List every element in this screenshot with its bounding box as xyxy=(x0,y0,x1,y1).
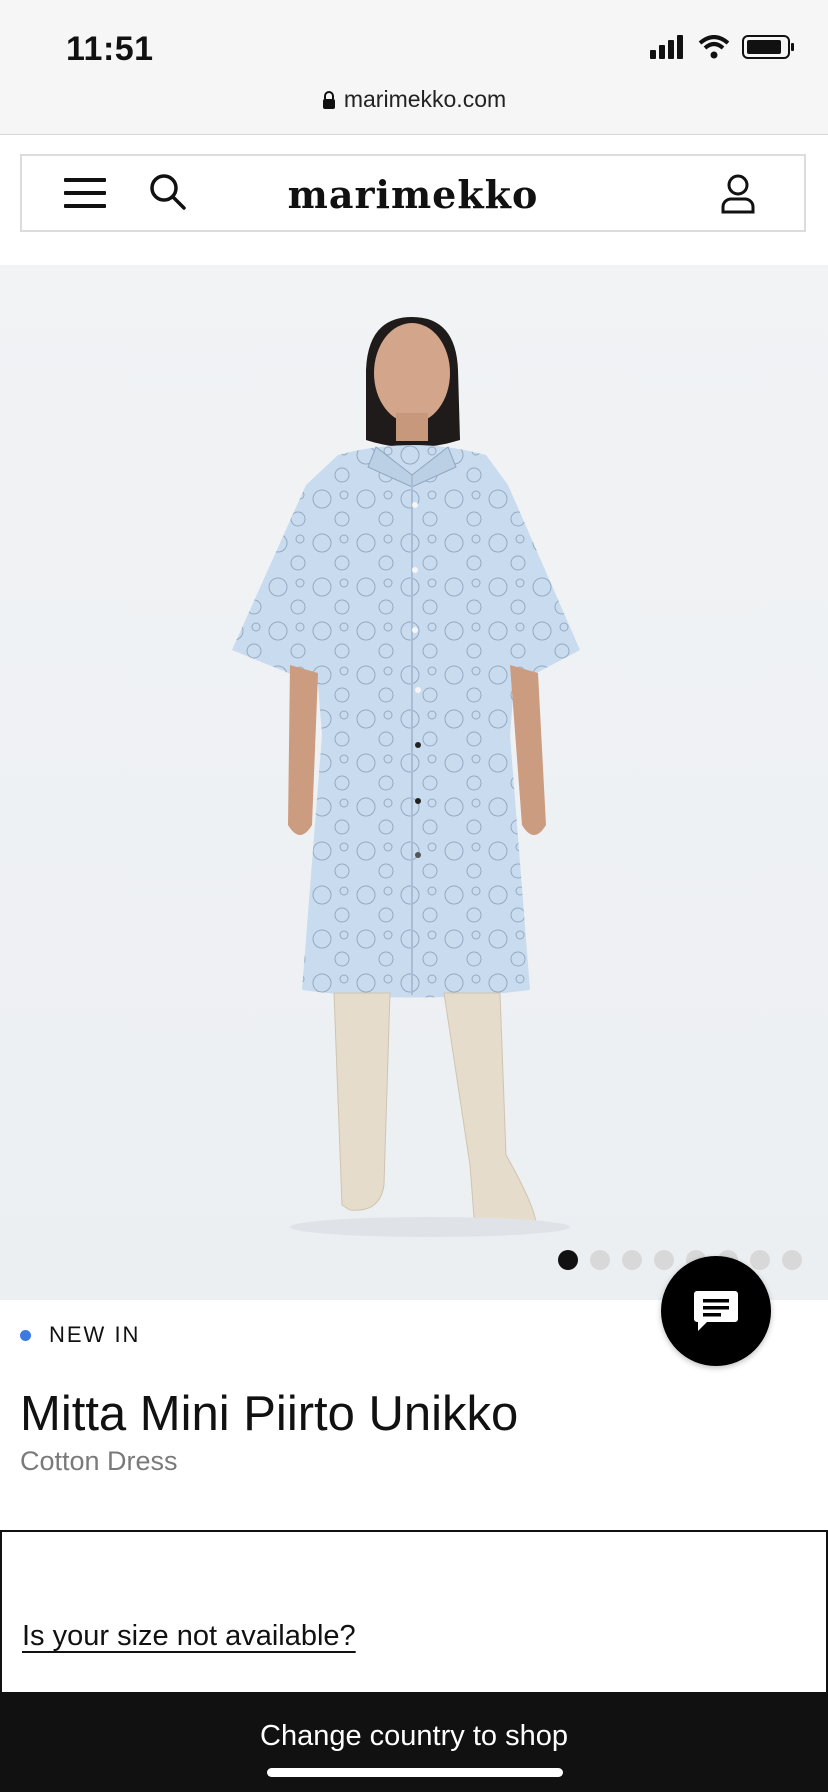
change-country-bar[interactable]: Change country to shop xyxy=(0,1692,828,1792)
status-time: 11:51 xyxy=(66,30,154,68)
product-title: Mitta Mini Piirto Unikko xyxy=(20,1387,519,1441)
carousel-dots[interactable] xyxy=(558,1250,802,1270)
signal-icon xyxy=(650,35,683,59)
wifi-icon xyxy=(698,35,730,59)
url-text: marimekko.com xyxy=(343,86,507,112)
lock-icon xyxy=(322,91,335,109)
product-subtitle: Cotton Dress xyxy=(20,1446,178,1476)
site-header: marimekko xyxy=(20,154,806,232)
status-bar: 11:51 marimekko.com xyxy=(0,0,828,135)
badge-dot xyxy=(20,1329,31,1341)
carousel-dot[interactable] xyxy=(654,1250,674,1270)
brand-logo[interactable]: marimekko xyxy=(22,172,804,217)
carousel-dot[interactable] xyxy=(558,1250,578,1270)
url-bar[interactable]: marimekko.com xyxy=(0,86,828,113)
battery-icon xyxy=(742,35,794,59)
status-icons xyxy=(650,34,796,60)
chat-icon xyxy=(694,1291,738,1331)
chat-button[interactable] xyxy=(661,1256,771,1366)
badge-label: NEW IN xyxy=(49,1322,141,1347)
carousel-dot[interactable] xyxy=(590,1250,610,1270)
product-image[interactable] xyxy=(0,265,828,1300)
change-country-label: Change country to shop xyxy=(260,1720,568,1752)
size-unavailable-link[interactable]: Is your size not available? xyxy=(22,1620,356,1653)
carousel-dot[interactable] xyxy=(622,1250,642,1270)
home-indicator xyxy=(267,1768,563,1777)
new-in-badge: NEW IN xyxy=(20,1322,140,1348)
account-icon[interactable] xyxy=(720,174,756,214)
carousel-dot[interactable] xyxy=(750,1250,770,1270)
model-illustration xyxy=(232,317,580,1237)
carousel-dot[interactable] xyxy=(782,1250,802,1270)
